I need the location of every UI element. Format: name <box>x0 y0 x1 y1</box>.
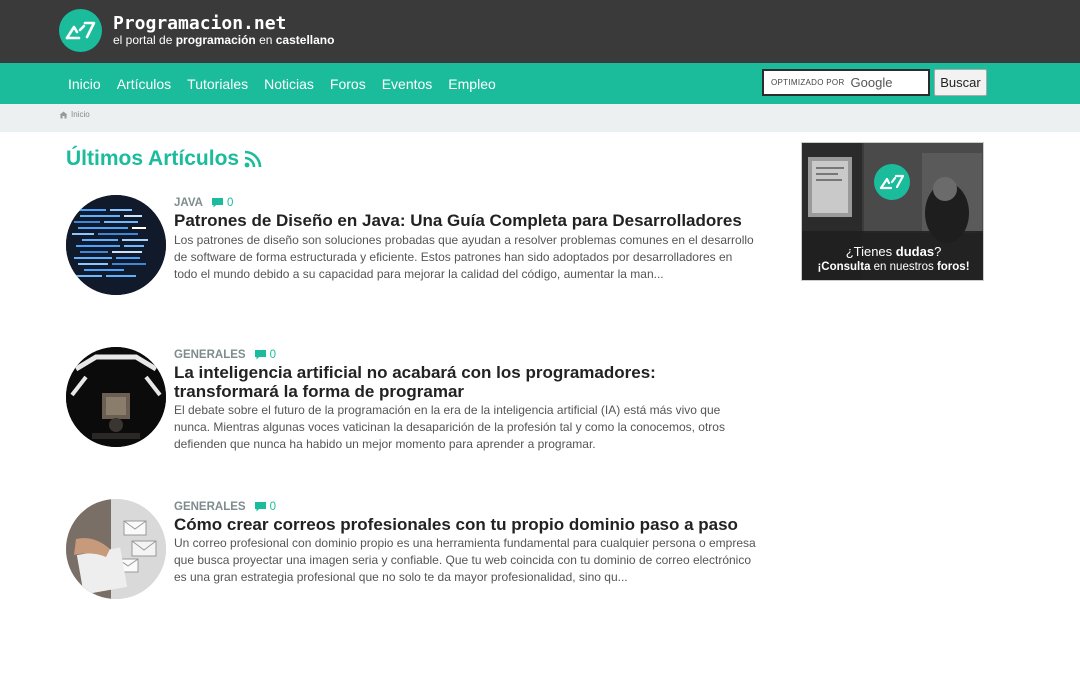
article-item: GENERALES 0 La inteligencia artificial n… <box>66 347 756 457</box>
search-input[interactable]: OPTIMIZADO POR Google <box>762 69 930 96</box>
comment-count[interactable]: 0 <box>254 349 276 361</box>
tagline-bold-1: programación <box>175 33 256 47</box>
page-title: Últimos Artículos <box>66 147 262 171</box>
ad-line-2-mid: en nuestros <box>870 261 937 273</box>
breadcrumb: Inicio <box>59 110 90 119</box>
article-meta: JAVA 0 <box>174 197 233 209</box>
article-excerpt: Los patrones de diseño son soluciones pr… <box>174 233 754 281</box>
tagline-bold-2: castellano <box>275 33 335 47</box>
comment-icon <box>254 502 266 512</box>
article-excerpt: El debate sobre el futuro de la programa… <box>174 403 725 451</box>
breadcrumb-bar: Inicio <box>0 104 1080 132</box>
nav-item-foros[interactable]: Foros <box>322 76 374 92</box>
comment-count-value: 0 <box>269 501 276 513</box>
nav-item-empleo[interactable]: Empleo <box>440 76 503 92</box>
article-title[interactable]: Cómo crear correos profesionales con tu … <box>174 515 764 534</box>
article-thumbnail[interactable] <box>66 499 166 599</box>
comment-count-value: 0 <box>269 349 276 361</box>
site-name[interactable]: Programacion.net <box>113 13 286 34</box>
tagline-text-mid: en <box>255 33 276 47</box>
ad-line-2-end: ! <box>965 261 970 273</box>
nav-item-tutoriales[interactable]: Tutoriales <box>179 76 256 92</box>
nav-item-noticias[interactable]: Noticias <box>256 76 322 92</box>
comment-count[interactable]: 0 <box>211 197 234 209</box>
article-thumbnail[interactable] <box>66 195 166 295</box>
article-category[interactable]: JAVA <box>174 197 203 209</box>
ad-line-2-text: ¡Consulta <box>817 261 871 273</box>
ad-line-1-end: ? <box>934 244 942 259</box>
ad-logo-icon <box>874 164 910 200</box>
nav-item-eventos[interactable]: Eventos <box>374 76 441 92</box>
search-powered-by: OPTIMIZADO POR <box>771 78 845 87</box>
comment-count[interactable]: 0 <box>254 501 276 513</box>
comment-icon <box>254 350 266 360</box>
article-item: GENERALES 0 Cómo crear correos profesion… <box>66 499 756 609</box>
nav-item-inicio[interactable]: Inicio <box>60 76 109 92</box>
ad-line-1-text: ¿Tienes <box>845 244 896 259</box>
article-item: JAVA 0 Patrones de Diseño en Java: Una G… <box>66 195 756 305</box>
ad-line-1: ¿Tienes dudas? <box>802 244 983 259</box>
forum-ad-banner[interactable]: ¿Tienes dudas? ¡Consulta en nuestros for… <box>801 142 984 281</box>
search-button[interactable]: Buscar <box>934 69 987 96</box>
breadcrumb-home[interactable]: Inicio <box>71 110 90 119</box>
article-category[interactable]: GENERALES <box>174 349 246 361</box>
article-title[interactable]: La inteligencia artificial no acabará co… <box>174 363 764 401</box>
ad-line-1-bold: dudas <box>895 244 935 259</box>
article-title[interactable]: Patrones de Diseño en Java: Una Guía Com… <box>174 211 764 230</box>
comment-icon <box>211 198 223 208</box>
comment-count-value: 0 <box>226 197 234 209</box>
article-excerpt: Un correo profesional con dominio propio… <box>174 536 756 584</box>
home-icon <box>59 111 68 118</box>
page-title-text: Últimos Artículos <box>66 147 240 170</box>
ad-line-2: ¡Consulta en nuestros foros! <box>802 261 983 273</box>
article-meta: GENERALES 0 <box>174 349 276 361</box>
nav-item-articulos[interactable]: Artículos <box>109 76 179 92</box>
google-logo: Google <box>850 75 893 90</box>
site-tagline: el portal de programación en castellano <box>113 33 334 47</box>
top-header: Programacion.net el portal de programaci… <box>0 0 1080 63</box>
ad-line-2-bold: foros <box>936 261 966 273</box>
article-category[interactable]: GENERALES <box>174 501 246 513</box>
article-thumbnail[interactable] <box>66 347 166 447</box>
main-navbar: Inicio Artículos Tutoriales Noticias For… <box>0 63 1080 104</box>
article-meta: GENERALES 0 <box>174 501 276 513</box>
tagline-text: el portal de <box>113 33 176 47</box>
rss-icon[interactable] <box>244 150 262 168</box>
site-logo-icon[interactable] <box>59 9 102 52</box>
main-nav: Inicio Artículos Tutoriales Noticias For… <box>60 63 504 104</box>
